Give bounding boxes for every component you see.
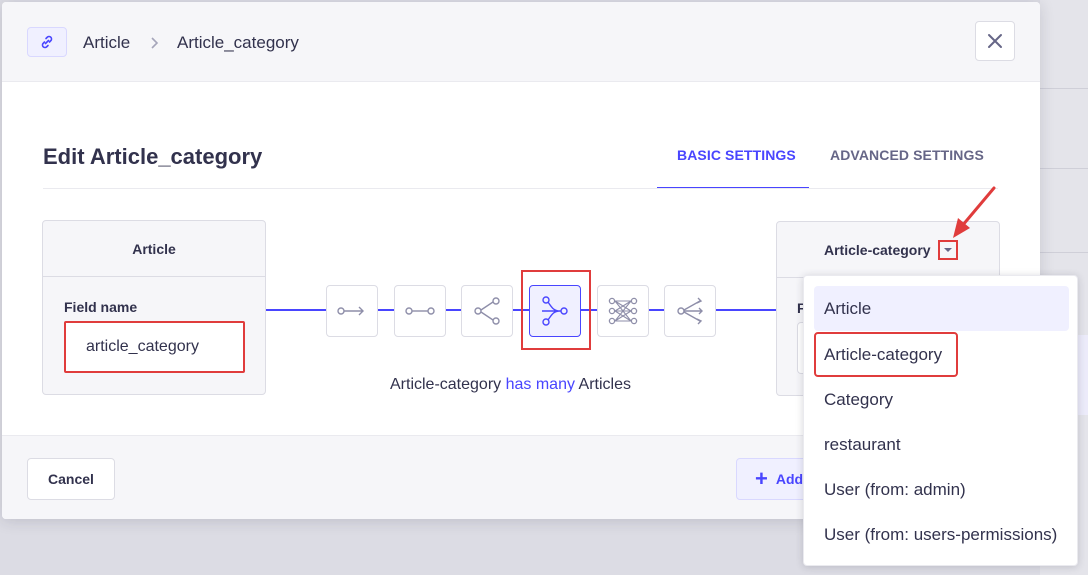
add-field-button-label: Add	[775, 471, 804, 487]
dropdown-option[interactable]: Category	[814, 377, 1069, 422]
target-content-type-dropdown: Article Article-category Category restau…	[803, 275, 1078, 566]
background-divider	[1040, 252, 1088, 253]
dropdown-option[interactable]: restaurant	[814, 422, 1069, 467]
tab-basic-settings[interactable]: BASIC SETTINGS	[677, 147, 796, 163]
field-name-label: Field name	[64, 299, 138, 315]
breadcrumb-parent: Article	[83, 33, 131, 52]
one-way-icon	[337, 306, 364, 316]
target-content-type-title: Article-category	[824, 242, 931, 258]
many-to-many-icon	[608, 297, 638, 325]
arrow-annotation-icon	[953, 186, 996, 238]
relation-description-suffix: Articles	[578, 376, 631, 393]
field-name-input[interactable]: article_category	[64, 321, 245, 373]
tab-advanced-settings[interactable]: ADVANCED SETTINGS	[830, 147, 984, 163]
selected-relation-annotation	[521, 270, 591, 350]
close-button[interactable]	[975, 21, 1015, 61]
dropdown-option[interactable]: Article	[814, 286, 1069, 331]
one-to-one-icon	[405, 307, 435, 315]
background-divider	[1040, 88, 1088, 89]
relation-description-prefix: Article-category	[390, 376, 502, 393]
chevron-right-icon	[151, 37, 159, 49]
dropdown-option[interactable]: User (from: users-permissions)	[814, 512, 1069, 557]
relation-one-way-button[interactable]	[326, 285, 378, 337]
dropdown-option-selected[interactable]: Article-category	[814, 332, 958, 377]
tabs-divider	[43, 188, 998, 189]
one-to-many-icon	[474, 297, 500, 325]
breadcrumb-current: Article_category	[177, 33, 299, 52]
many-way-icon	[677, 297, 703, 325]
close-icon	[988, 34, 1002, 48]
plus-icon: +	[755, 466, 768, 491]
background-divider	[1040, 168, 1088, 169]
source-content-type-box: Article Field name article_category	[42, 220, 266, 395]
cancel-button[interactable]: Cancel	[27, 458, 115, 500]
relation-many-way-button[interactable]	[664, 285, 716, 337]
relation-one-to-many-button[interactable]	[461, 285, 513, 337]
source-content-type-title: Article	[43, 221, 265, 277]
modal-header: Article Article_category	[2, 2, 1040, 82]
modal-title: Edit Article_category	[43, 144, 263, 169]
relation-many-to-many-button[interactable]	[597, 285, 649, 337]
link-icon	[27, 27, 67, 57]
dropdown-option[interactable]: User (from: admin)	[814, 467, 1069, 512]
relation-description-accent: has many	[505, 376, 575, 393]
relation-description: Article-category has many Articles	[390, 376, 631, 394]
relation-one-to-one-button[interactable]	[394, 285, 446, 337]
